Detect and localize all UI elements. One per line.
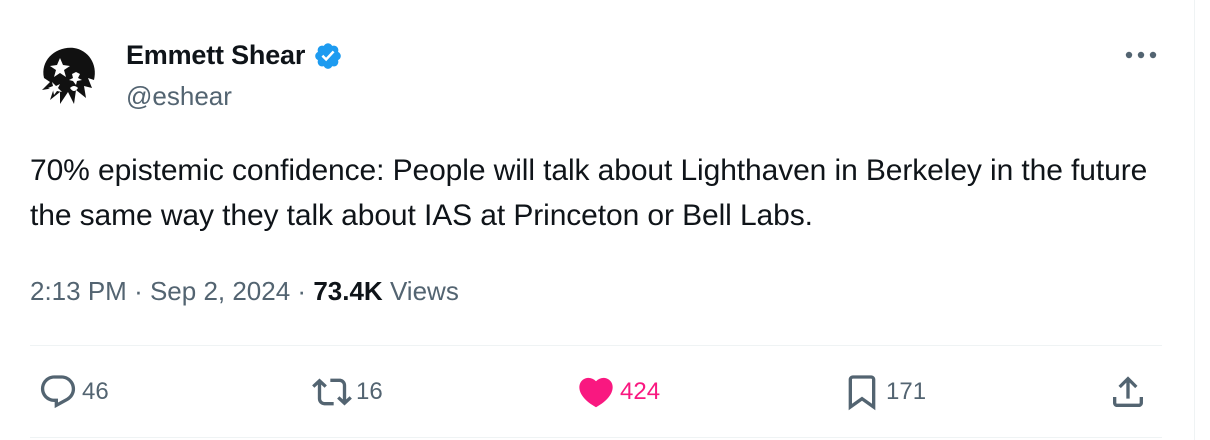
tweet-date[interactable]: Sep 2, 2024 [150,276,290,306]
more-options-button[interactable] [1118,40,1164,70]
author-name-row: Emmett Shear [126,40,343,71]
author-handle[interactable]: @eshear [126,81,232,112]
verified-badge-icon[interactable] [313,41,343,71]
bookmark-count: 171 [886,378,927,405]
divider [30,437,1162,438]
reply-button[interactable]: 46 [38,372,109,412]
share-button[interactable] [1108,372,1148,412]
views-label: Views [389,276,459,306]
divider [30,345,1162,346]
tweet-time[interactable]: 2:13 PM [30,276,127,306]
tweet-meta: 2:13 PM · Sep 2, 2024 · 73.4K Views [30,276,459,307]
avatar[interactable] [30,38,106,114]
meta-separator: · [134,276,150,306]
heart-icon [579,377,613,408]
avatar-image [30,38,106,114]
repost-count: 16 [356,378,383,405]
meta-separator: · [297,276,314,306]
bookmark-icon [848,375,876,411]
tweet-card: Emmett Shear @eshear 70% epistemic confi… [0,0,1195,440]
like-count: 424 [620,378,661,405]
like-button[interactable]: 424 [576,372,660,412]
tweet-text: 70% epistemic confidence: People will ta… [30,154,1148,232]
reply-count: 46 [82,378,109,405]
more-dots-icon [1125,51,1157,59]
repost-button[interactable]: 16 [312,372,383,412]
share-icon [1113,376,1143,407]
author-display-name[interactable]: Emmett Shear [126,40,305,71]
repost-icon [312,378,352,406]
views-count[interactable]: 73.4K [313,276,382,306]
reply-icon [40,375,76,409]
bookmark-button[interactable]: 171 [842,372,926,412]
